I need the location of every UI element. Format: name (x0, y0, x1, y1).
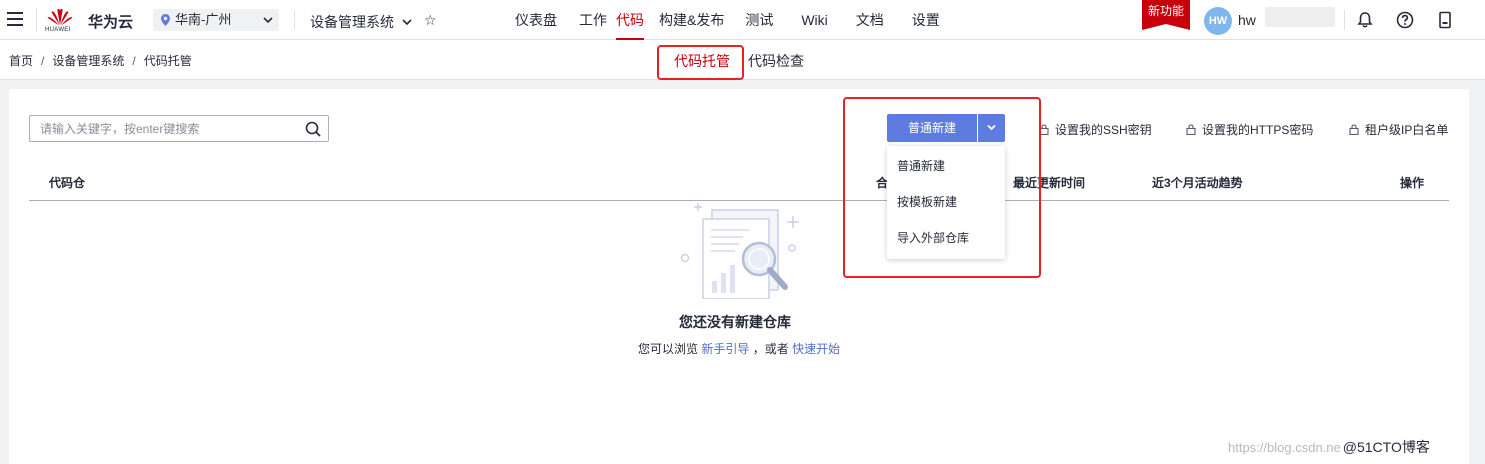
column-header-activity-trend: 近3个月活动趋势 (1152, 176, 1243, 190)
nav-settings[interactable]: 设置 (912, 0, 940, 40)
nav-build-release[interactable]: 构建&发布 (659, 0, 724, 40)
nav-work[interactable]: 工作 (579, 0, 607, 40)
search-icon[interactable] (305, 121, 321, 137)
quick-start-link[interactable]: 快速开始 (792, 342, 840, 356)
nav-dashboard[interactable]: 仪表盘 (515, 0, 557, 40)
repository-panel: 普通新建 设置我的SSH密钥 设置我的HTTPS密码 租户级IP白名单 代码仓 … (9, 89, 1469, 464)
nav-code[interactable]: 代码 (616, 0, 644, 40)
set-ssh-key-link[interactable]: 设置我的SSH密钥 (1039, 121, 1152, 138)
nav-wiki[interactable]: Wiki (801, 0, 827, 40)
avatar[interactable]: HW (1204, 7, 1232, 35)
watermark: https://blog.csdn.ne @51CTO博客 (1228, 437, 1430, 457)
username-redaction (1265, 7, 1335, 27)
project-selector[interactable]: 设备管理系统 (310, 12, 412, 32)
chevron-down-icon (263, 17, 273, 24)
set-https-password-link[interactable]: 设置我的HTTPS密码 (1186, 121, 1313, 138)
empty-state-middle: ，或者 (752, 342, 789, 356)
search-box (29, 115, 329, 142)
column-header-actions: 操作 (1400, 176, 1425, 190)
beginner-guide-link[interactable]: 新手引导 (701, 342, 749, 356)
empty-repository-illustration (680, 203, 799, 299)
divider (1344, 10, 1345, 30)
divider (36, 8, 37, 32)
annotation-highlight-box (843, 97, 1041, 278)
column-header-repo[interactable]: 代码仓 (49, 174, 85, 191)
lock-icon (1186, 124, 1196, 135)
breadcrumb-separator: / (41, 54, 45, 68)
project-name: 设备管理系统 (310, 14, 394, 30)
logo-wordmark: HUAWEI (45, 27, 71, 33)
chevron-down-icon (402, 19, 412, 26)
username[interactable]: hw (1238, 12, 1256, 28)
brand-name[interactable]: 华为云 (88, 11, 133, 32)
empty-state-prefix: 您可以浏览 (638, 342, 699, 356)
main-nav: 仪表盘 工作 代码 构建&发布 测试 Wiki 文档 设置 (515, 0, 968, 40)
favorite-star-icon[interactable]: ☆ (424, 12, 437, 29)
tab-code-check[interactable]: 代码检查 (748, 51, 804, 71)
mobile-app-icon[interactable] (1436, 11, 1454, 29)
breadcrumb-item-current: 代码托管 (143, 54, 192, 68)
ssh-key-label: 设置我的SSH密钥 (1055, 123, 1152, 137)
region-label: 华南-广州 (175, 12, 232, 27)
https-password-label: 设置我的HTTPS密码 (1202, 123, 1314, 137)
search-input[interactable] (40, 120, 300, 137)
watermark-url: https://blog.csdn.ne (1228, 440, 1341, 455)
lock-icon (1349, 124, 1359, 135)
empty-state-text: 您可以浏览 新手引导 ，或者 快速开始 (638, 340, 840, 357)
location-pin-icon (161, 14, 170, 26)
help-icon[interactable] (1396, 11, 1414, 29)
empty-state-title: 您还没有新建仓库 (679, 314, 791, 330)
region-selector[interactable]: 华南-广州 (153, 9, 279, 31)
new-feature-badge[interactable]: 新功能 (1142, 0, 1190, 30)
breadcrumb-separator: / (132, 54, 136, 68)
nav-docs[interactable]: 文档 (856, 0, 884, 40)
divider (294, 10, 295, 30)
ip-whitelist-link[interactable]: 租户级IP白名单 (1349, 121, 1448, 138)
bell-icon[interactable] (1356, 11, 1374, 29)
hamburger-menu-icon[interactable] (7, 12, 23, 26)
nav-test[interactable]: 测试 (745, 0, 773, 40)
top-navigation-bar: HUAWEI 华为云 华南-广州 设备管理系统 ☆ 仪表盘 工作 代码 构建&发… (0, 0, 1485, 40)
annotation-highlight-box (657, 45, 744, 80)
breadcrumb-item-home[interactable]: 首页 (9, 54, 33, 68)
breadcrumb-item-project[interactable]: 设备管理系统 (52, 54, 124, 68)
sub-header: 首页 / 设备管理系统 / 代码托管 代码托管 代码检查 (0, 40, 1485, 80)
watermark-site: @51CTO博客 (1342, 439, 1430, 455)
breadcrumb: 首页 / 设备管理系统 / 代码托管 (9, 52, 192, 69)
ip-whitelist-label: 租户级IP白名单 (1365, 123, 1449, 137)
